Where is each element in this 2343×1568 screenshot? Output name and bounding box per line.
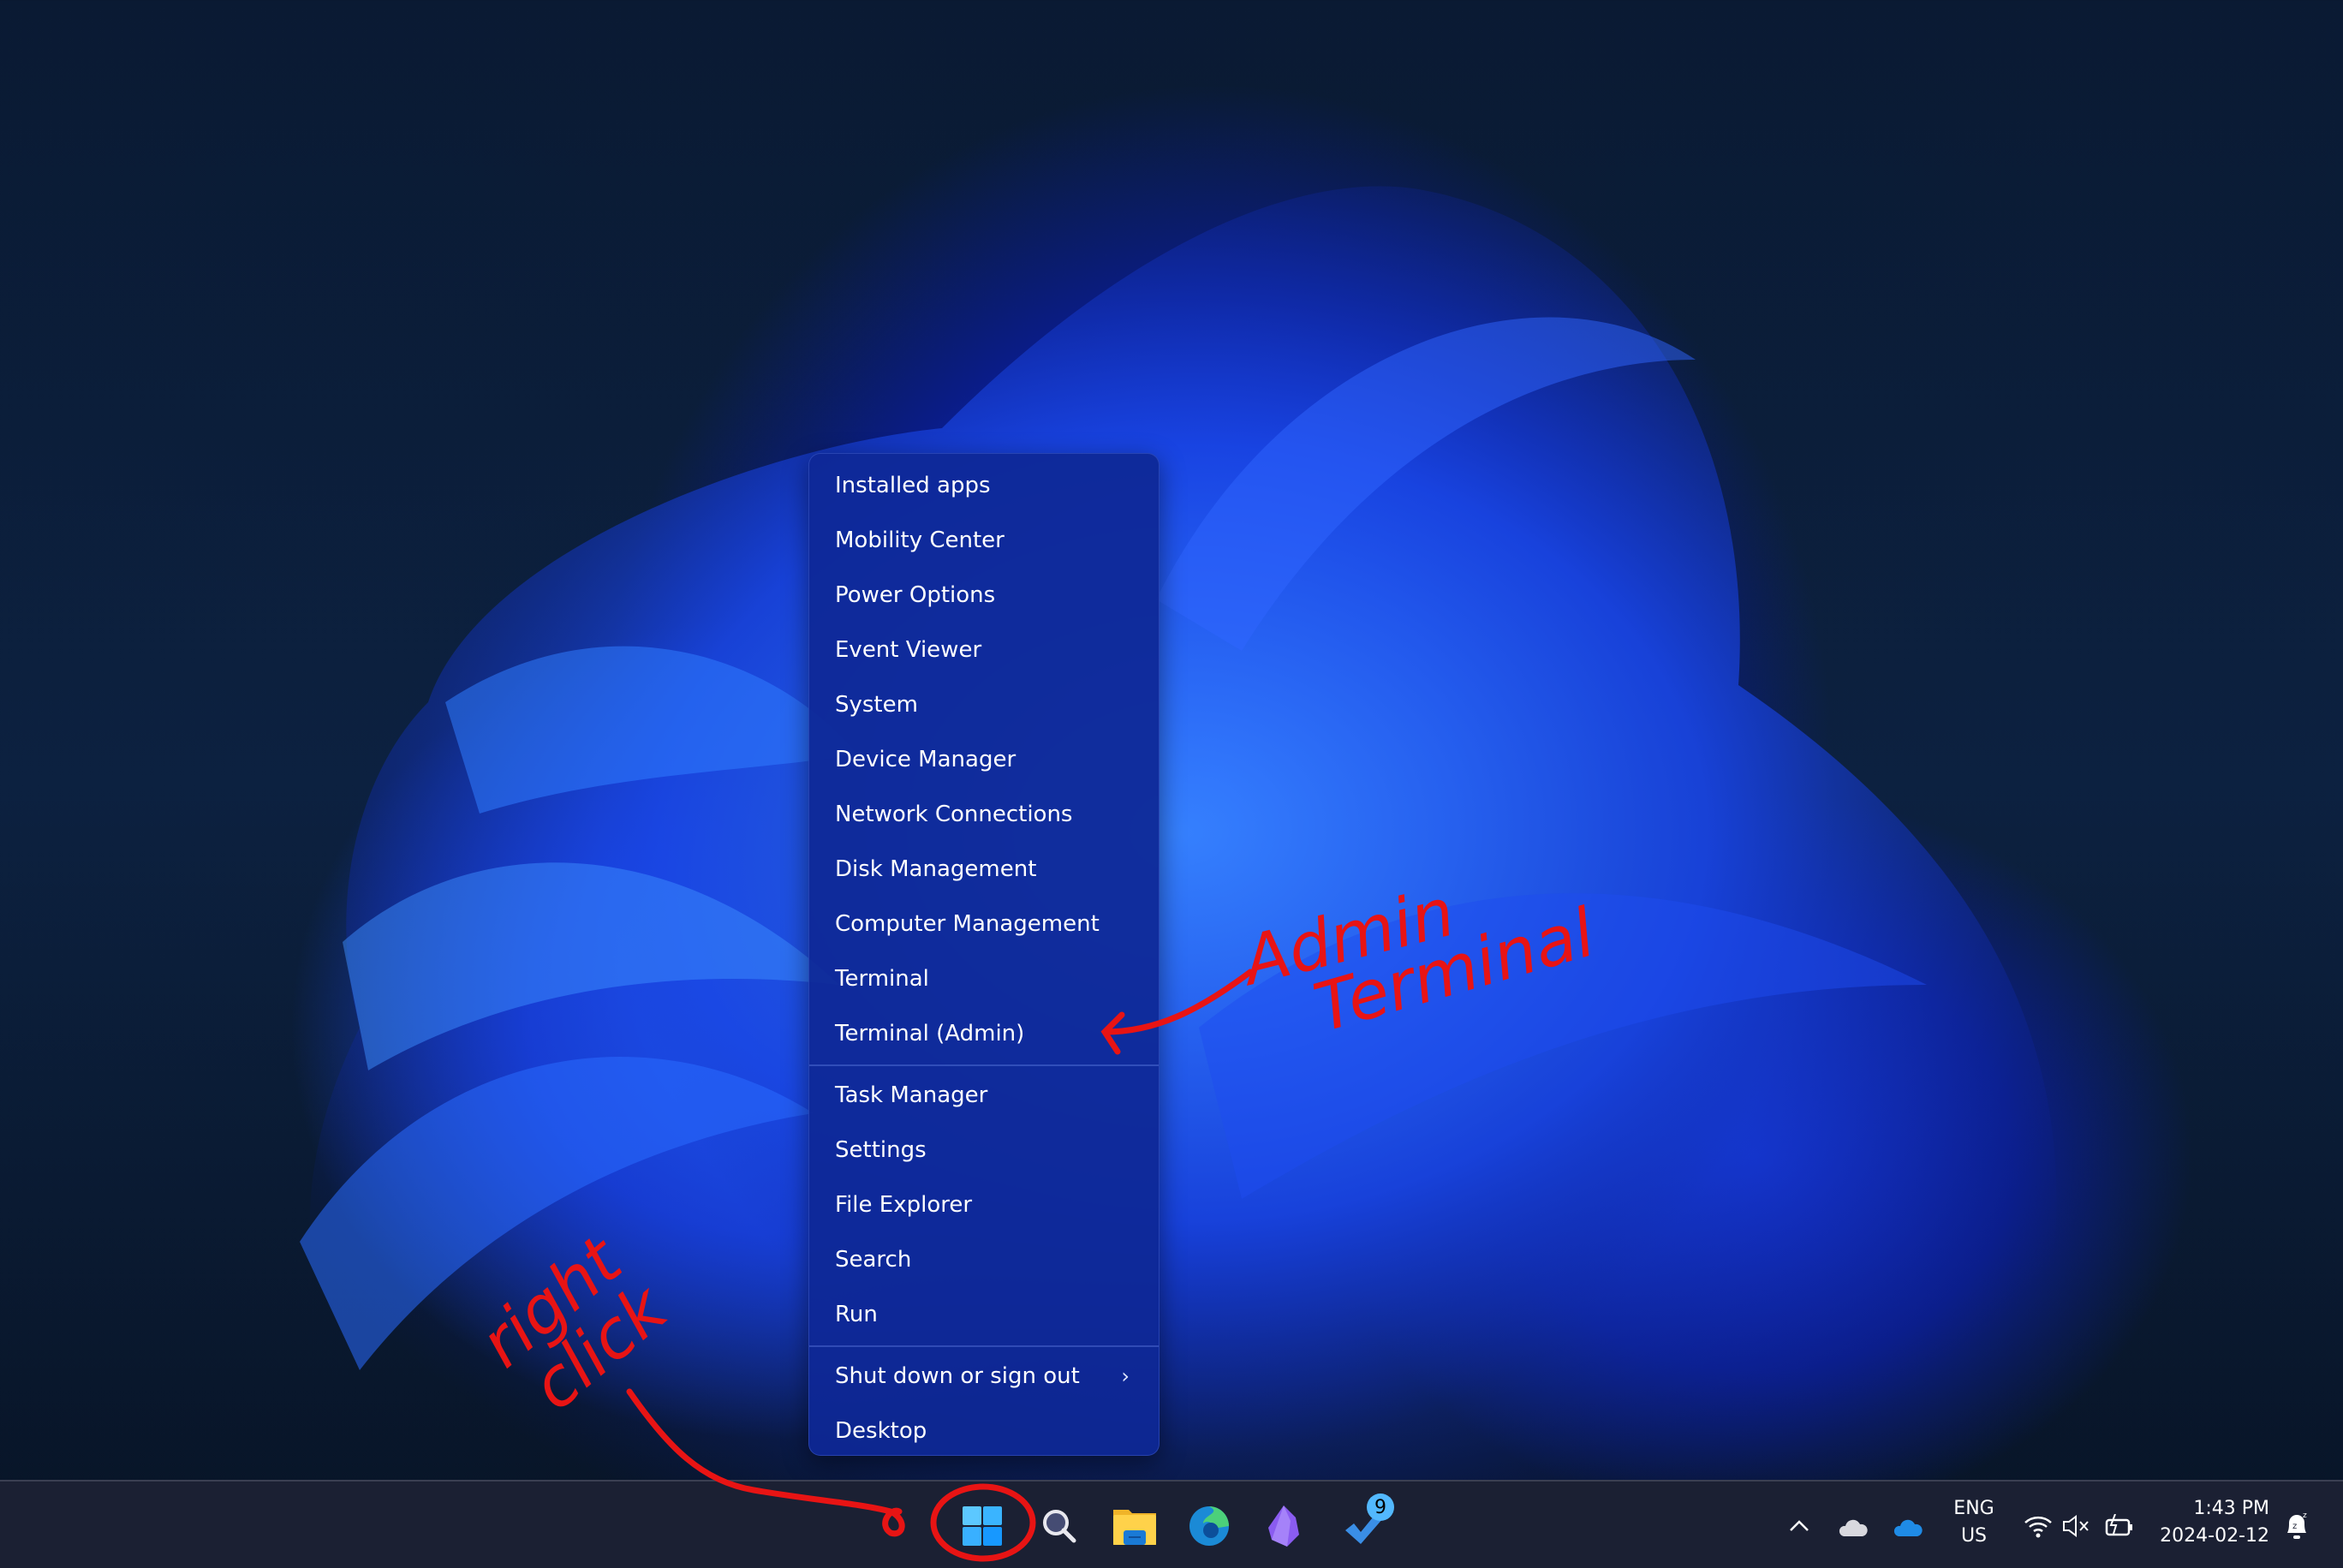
region-text: US <box>1960 1525 1988 1547</box>
battery-charging-icon <box>2105 1514 2132 1536</box>
menu-separator <box>809 1345 1159 1347</box>
onedrive-icon <box>1893 1519 1923 1536</box>
menu-item-label: Computer Management <box>835 911 1100 937</box>
menu-item-settings[interactable]: Settings <box>809 1124 1159 1177</box>
battery-tray[interactable] <box>2094 1500 2145 1552</box>
menu-item-power-options[interactable]: Power Options <box>809 569 1159 622</box>
svg-text:z: z <box>2292 1522 2297 1531</box>
menu-item-label: Search <box>835 1247 912 1273</box>
menu-item-label: System <box>835 692 918 718</box>
menu-item-disk-management[interactable]: Disk Management <box>809 843 1159 896</box>
menu-item-label: Run <box>835 1302 878 1327</box>
menu-item-event-viewer[interactable]: Event Viewer <box>809 623 1159 677</box>
menu-item-computer-management[interactable]: Computer Management <box>809 897 1159 951</box>
edge-icon <box>1189 1506 1229 1546</box>
edge-button[interactable] <box>1183 1500 1235 1552</box>
onedrive-business-tray[interactable] <box>1882 1500 1934 1552</box>
menu-item-search[interactable]: Search <box>809 1233 1159 1286</box>
time-text: 1:43 PM <box>2193 1498 2269 1519</box>
menu-item-label: Shut down or sign out <box>835 1363 1080 1389</box>
input-language-indicator[interactable]: ENG US <box>1944 1495 2004 1550</box>
menu-item-label: Device Manager <box>835 747 1016 772</box>
search-button[interactable] <box>1034 1500 1085 1552</box>
windows-logo-icon <box>963 1506 1002 1546</box>
onedrive-personal-tray[interactable] <box>1827 1500 1879 1552</box>
show-hidden-icons-button[interactable] <box>1774 1500 1825 1552</box>
chevron-up-icon <box>1790 1520 1809 1531</box>
menu-item-label: Terminal <box>835 966 929 992</box>
menu-item-label: Installed apps <box>835 473 991 498</box>
menu-item-label: Terminal (Admin) <box>835 1021 1025 1046</box>
menu-item-task-manager[interactable]: Task Manager <box>809 1069 1159 1122</box>
clock[interactable]: 1:43 PM 2024-02-12 <box>2141 1495 2269 1550</box>
winx-context-menu: Installed apps Mobility Center Power Optio… <box>808 453 1160 1456</box>
svg-text:z: z <box>2303 1511 2307 1520</box>
volume-muted-icon <box>2063 1515 2089 1537</box>
menu-item-label: Event Viewer <box>835 637 982 663</box>
wifi-icon <box>2024 1516 2052 1538</box>
language-text: ENG <box>1953 1498 1994 1519</box>
menu-item-label: Disk Management <box>835 856 1037 882</box>
menu-separator <box>809 1064 1159 1066</box>
menu-item-terminal-admin[interactable]: Terminal (Admin) <box>809 1007 1159 1060</box>
menu-item-mobility-center[interactable]: Mobility Center <box>809 514 1159 567</box>
cloud-icon <box>1839 1519 1868 1536</box>
menu-item-label: Mobility Center <box>835 528 1005 553</box>
taskbar: 9 ENG US 1:43 PM 2024-02-12 zz <box>0 1480 2343 1568</box>
file-explorer-button[interactable] <box>1109 1500 1160 1552</box>
menu-item-label: Network Connections <box>835 802 1073 827</box>
obsidian-button[interactable] <box>1258 1500 1309 1552</box>
notification-badge: 9 <box>1367 1493 1394 1521</box>
obsidian-icon <box>1268 1505 1299 1547</box>
menu-item-network-connections[interactable]: Network Connections <box>809 788 1159 841</box>
menu-item-terminal[interactable]: Terminal <box>809 952 1159 1005</box>
todo-button[interactable]: 9 <box>1338 1493 1394 1552</box>
menu-item-device-manager[interactable]: Device Manager <box>809 733 1159 786</box>
date-text: 2024-02-12 <box>2160 1525 2269 1547</box>
menu-item-label: Power Options <box>835 582 996 608</box>
start-button[interactable] <box>957 1500 1008 1552</box>
menu-item-run[interactable]: Run <box>809 1288 1159 1341</box>
notifications-button[interactable]: zz <box>2271 1500 2322 1552</box>
menu-item-desktop[interactable]: Desktop <box>809 1404 1159 1458</box>
menu-item-system[interactable]: System <box>809 678 1159 731</box>
menu-item-shut-down-or-sign-out[interactable]: Shut down or sign out › <box>809 1350 1159 1403</box>
menu-item-label: Task Manager <box>835 1082 988 1108</box>
menu-item-label: Desktop <box>835 1418 927 1444</box>
menu-item-file-explorer[interactable]: File Explorer <box>809 1178 1159 1231</box>
chevron-right-icon: › <box>1121 1364 1130 1388</box>
menu-item-installed-apps[interactable]: Installed apps <box>809 459 1159 512</box>
desktop-wallpaper <box>300 186 2057 1480</box>
bell-snooze-icon: zz <box>2287 1511 2307 1539</box>
search-icon <box>1043 1510 1076 1543</box>
menu-item-label: File Explorer <box>835 1192 973 1218</box>
folder-icon <box>1113 1510 1156 1545</box>
menu-item-label: Settings <box>835 1137 927 1163</box>
